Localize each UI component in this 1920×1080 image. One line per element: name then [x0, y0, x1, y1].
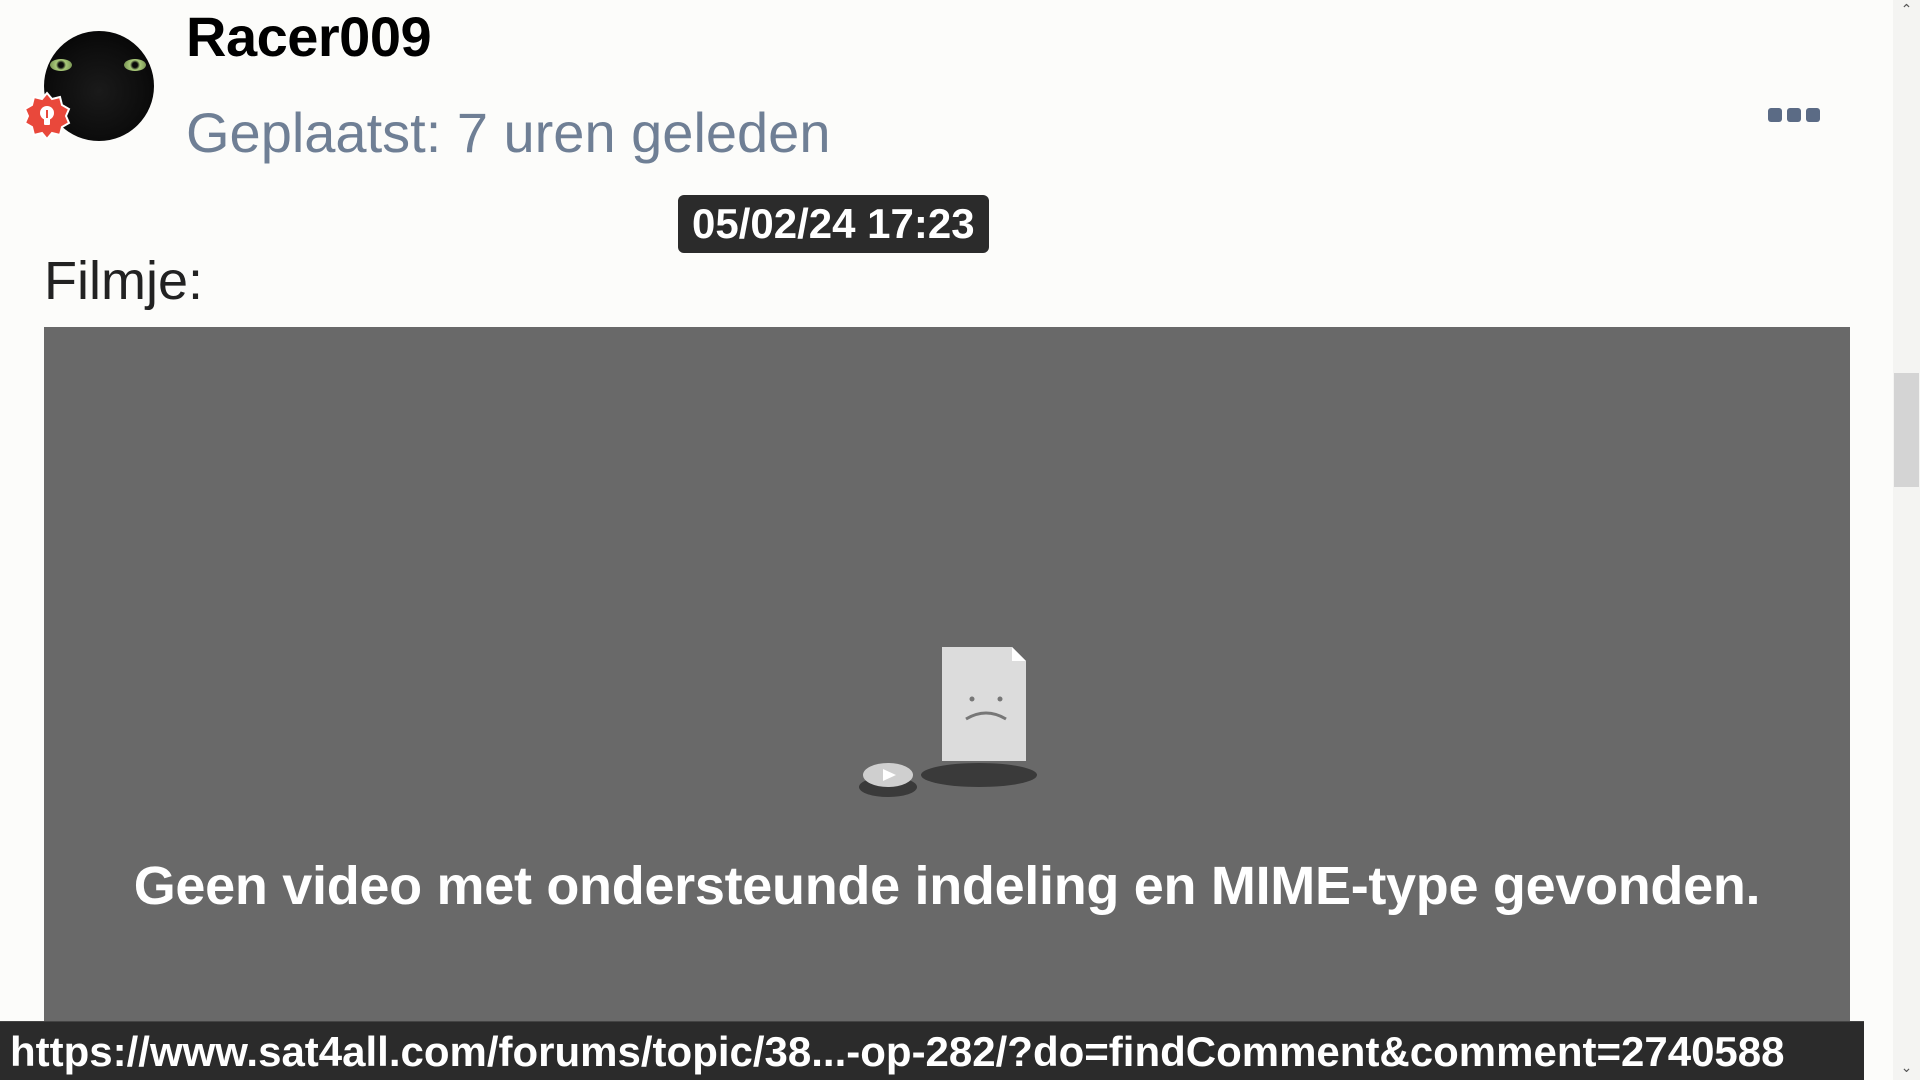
scroll-thumb[interactable]: [1894, 373, 1919, 487]
video-player[interactable]: Geen video met ondersteunde indeling en …: [44, 327, 1850, 1047]
author-avatar-wrapper[interactable]: [23, 31, 154, 141]
status-bar-url: https://www.sat4all.com/forums/topic/38.…: [0, 1021, 1864, 1080]
vertical-scrollbar[interactable]: ⌃ ⌄: [1893, 0, 1920, 1080]
avatar-eye-right: [124, 59, 146, 71]
scroll-up-icon[interactable]: ⌃: [1893, 0, 1920, 20]
lightbulb-badge-icon: [23, 91, 71, 141]
broken-file-icon: [859, 647, 1037, 797]
page: Racer009 Geplaatst: 7 uren geleden 05/02…: [0, 0, 1920, 1080]
ellipsis-icon[interactable]: [1768, 106, 1820, 124]
video-error-message: Geen video met ondersteunde indeling en …: [133, 856, 1761, 916]
posted-time[interactable]: Geplaatst: 7 uren geleden: [186, 100, 830, 165]
scroll-down-icon[interactable]: ⌄: [1893, 1058, 1920, 1078]
post-content-text: Filmje:: [44, 251, 203, 311]
avatar-eye-left: [50, 59, 72, 71]
author-username[interactable]: Racer009: [186, 4, 432, 69]
timestamp-tooltip: 05/02/24 17:23: [678, 195, 989, 253]
